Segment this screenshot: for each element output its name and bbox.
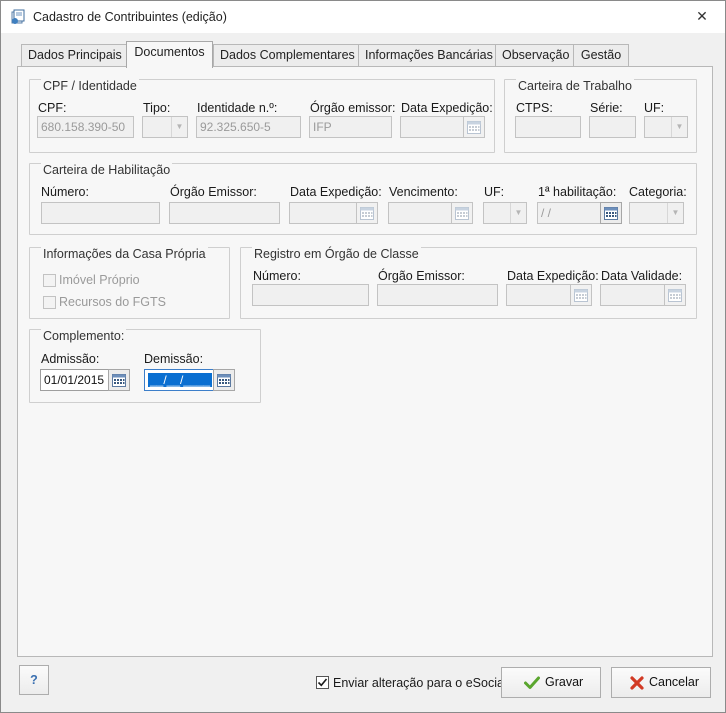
demissao-field[interactable]: __/__/____ [144, 369, 214, 391]
cancelar-button[interactable]: Cancelar [611, 667, 711, 698]
identidade-label: Identidade n.º: [197, 101, 278, 115]
admissao-label: Admissão: [41, 352, 100, 366]
calendar-icon[interactable] [213, 369, 235, 391]
primeira-habilitacao-label: 1ª habilitação: [538, 185, 617, 199]
group-complemento: Complemento: Admissão: 01/01/2015 Demiss… [29, 329, 261, 403]
gravar-label: Gravar [545, 675, 584, 689]
title-bar: Cadastro de Contribuintes (edição) ✕ [1, 1, 725, 33]
esocial-label: Enviar alteração para o eSocial [333, 676, 507, 690]
group-title-cpf: CPF / Identidade [41, 79, 139, 93]
cnh-orgao-label: Órgão Emissor: [170, 185, 257, 199]
tipo-label: Tipo: [143, 101, 171, 115]
cnh-expedicao-field[interactable] [289, 202, 357, 224]
orgao-emissor-label: Órgão emissor: [310, 101, 396, 115]
uf-ctps-label: UF: [644, 101, 665, 115]
group-carteira-habilitacao: Carteira de Habilitação Número: Órgão Em… [29, 163, 697, 235]
classe-numero-label: Número: [253, 269, 301, 283]
recursos-fgts-checkbox[interactable] [43, 296, 56, 309]
classe-validade-field[interactable] [600, 284, 665, 306]
window-title: Cadastro de Contribuintes (edição) [33, 10, 227, 24]
tab-observacao[interactable]: Observação [495, 44, 574, 67]
chevron-down-icon: ▼ [171, 117, 187, 137]
group-orgao-classe: Registro em Órgão de Classe Número: Órgã… [240, 247, 697, 319]
cnh-numero-label: Número: [41, 185, 89, 199]
cpf-label: CPF: [38, 101, 67, 115]
demissao-label: Demissão: [144, 352, 204, 366]
group-cpf-identidade: CPF / Identidade CPF: 680.158.390-50 Tip… [29, 79, 495, 153]
cnh-uf-label: UF: [484, 185, 505, 199]
cpf-field[interactable]: 680.158.390-50 [37, 116, 134, 138]
group-title-orgao-classe: Registro em Órgão de Classe [252, 247, 421, 261]
calendar-icon[interactable] [600, 202, 622, 224]
group-title-carteira-trabalho: Carteira de Trabalho [516, 79, 634, 93]
classe-orgao-label: Órgão Emissor: [378, 269, 465, 283]
gravar-button[interactable]: Gravar [501, 667, 601, 698]
cnh-vencimento-field[interactable] [388, 202, 452, 224]
checkmark-icon [317, 678, 328, 687]
cnh-orgao-field[interactable] [169, 202, 280, 224]
check-icon [524, 676, 540, 689]
app-icon [11, 9, 25, 24]
tab-documentos[interactable]: Documentos [126, 41, 213, 68]
ctps-field[interactable] [515, 116, 581, 138]
group-casa-propria: Informações da Casa Própria Imóvel Própr… [29, 247, 230, 319]
group-title-habilitacao: Carteira de Habilitação [41, 163, 173, 177]
orgao-emissor-field[interactable]: IFP [309, 116, 392, 138]
serie-label: Série: [590, 101, 623, 115]
classe-expedicao-label: Data Expedição: [507, 269, 599, 283]
cancelar-label: Cancelar [649, 675, 700, 689]
calendar-icon[interactable] [664, 284, 686, 306]
chevron-down-icon: ▼ [510, 203, 526, 223]
classe-numero-field[interactable] [252, 284, 369, 306]
tab-gestao[interactable]: Gestão [573, 44, 629, 67]
recursos-fgts-label: Recursos do FGTS [59, 295, 166, 309]
group-carteira-trabalho: Carteira de Trabalho CTPS: Série: UF: ▼ [504, 79, 697, 153]
identidade-field[interactable]: 92.325.650-5 [196, 116, 301, 138]
classe-validade-label: Data Validade: [601, 269, 683, 283]
esocial-checkbox[interactable] [316, 676, 329, 689]
categoria-label: Categoria: [629, 185, 687, 199]
group-title-complemento: Complemento: [41, 329, 127, 343]
calendar-icon[interactable] [108, 369, 130, 391]
cnh-uf-select[interactable]: ▼ [483, 202, 527, 224]
cnh-vencimento-label: Vencimento: [389, 185, 458, 199]
tab-page-documentos: CPF / Identidade CPF: 680.158.390-50 Tip… [17, 66, 713, 657]
cnh-expedicao-label: Data Expedição: [290, 185, 382, 199]
classe-orgao-field[interactable] [377, 284, 498, 306]
classe-expedicao-field[interactable] [506, 284, 571, 306]
serie-field[interactable] [589, 116, 636, 138]
categoria-select[interactable]: ▼ [629, 202, 684, 224]
tab-dados-complementares[interactable]: Dados Complementares [213, 44, 359, 67]
calendar-icon[interactable] [451, 202, 473, 224]
tab-dados-principais[interactable]: Dados Principais [21, 44, 127, 67]
data-expedicao-field[interactable] [400, 116, 464, 138]
demissao-selected-text: __/__/____ [148, 373, 213, 387]
ctps-label: CTPS: [516, 101, 553, 115]
admissao-field[interactable]: 01/01/2015 [40, 369, 109, 391]
calendar-icon[interactable] [356, 202, 378, 224]
group-title-casa-propria: Informações da Casa Própria [41, 247, 208, 261]
uf-ctps-select[interactable]: ▼ [644, 116, 688, 138]
imovel-proprio-label: Imóvel Próprio [59, 273, 140, 287]
calendar-icon[interactable] [570, 284, 592, 306]
chevron-down-icon: ▼ [667, 203, 683, 223]
tab-informacoes-bancarias[interactable]: Informações Bancárias [358, 44, 496, 67]
cnh-numero-field[interactable] [41, 202, 160, 224]
data-expedicao-label: Data Expedição: [401, 101, 493, 115]
tipo-select[interactable]: ▼ [142, 116, 188, 138]
imovel-proprio-checkbox[interactable] [43, 274, 56, 287]
help-button[interactable]: ? [19, 665, 49, 695]
chevron-down-icon: ▼ [671, 117, 687, 137]
calendar-icon[interactable] [463, 116, 485, 138]
cancel-icon [630, 676, 644, 690]
primeira-habilitacao-field[interactable]: / / [537, 202, 602, 224]
dialog-window: Cadastro de Contribuintes (edição) ✕ Dad… [0, 0, 726, 713]
close-icon[interactable]: ✕ [693, 7, 711, 25]
